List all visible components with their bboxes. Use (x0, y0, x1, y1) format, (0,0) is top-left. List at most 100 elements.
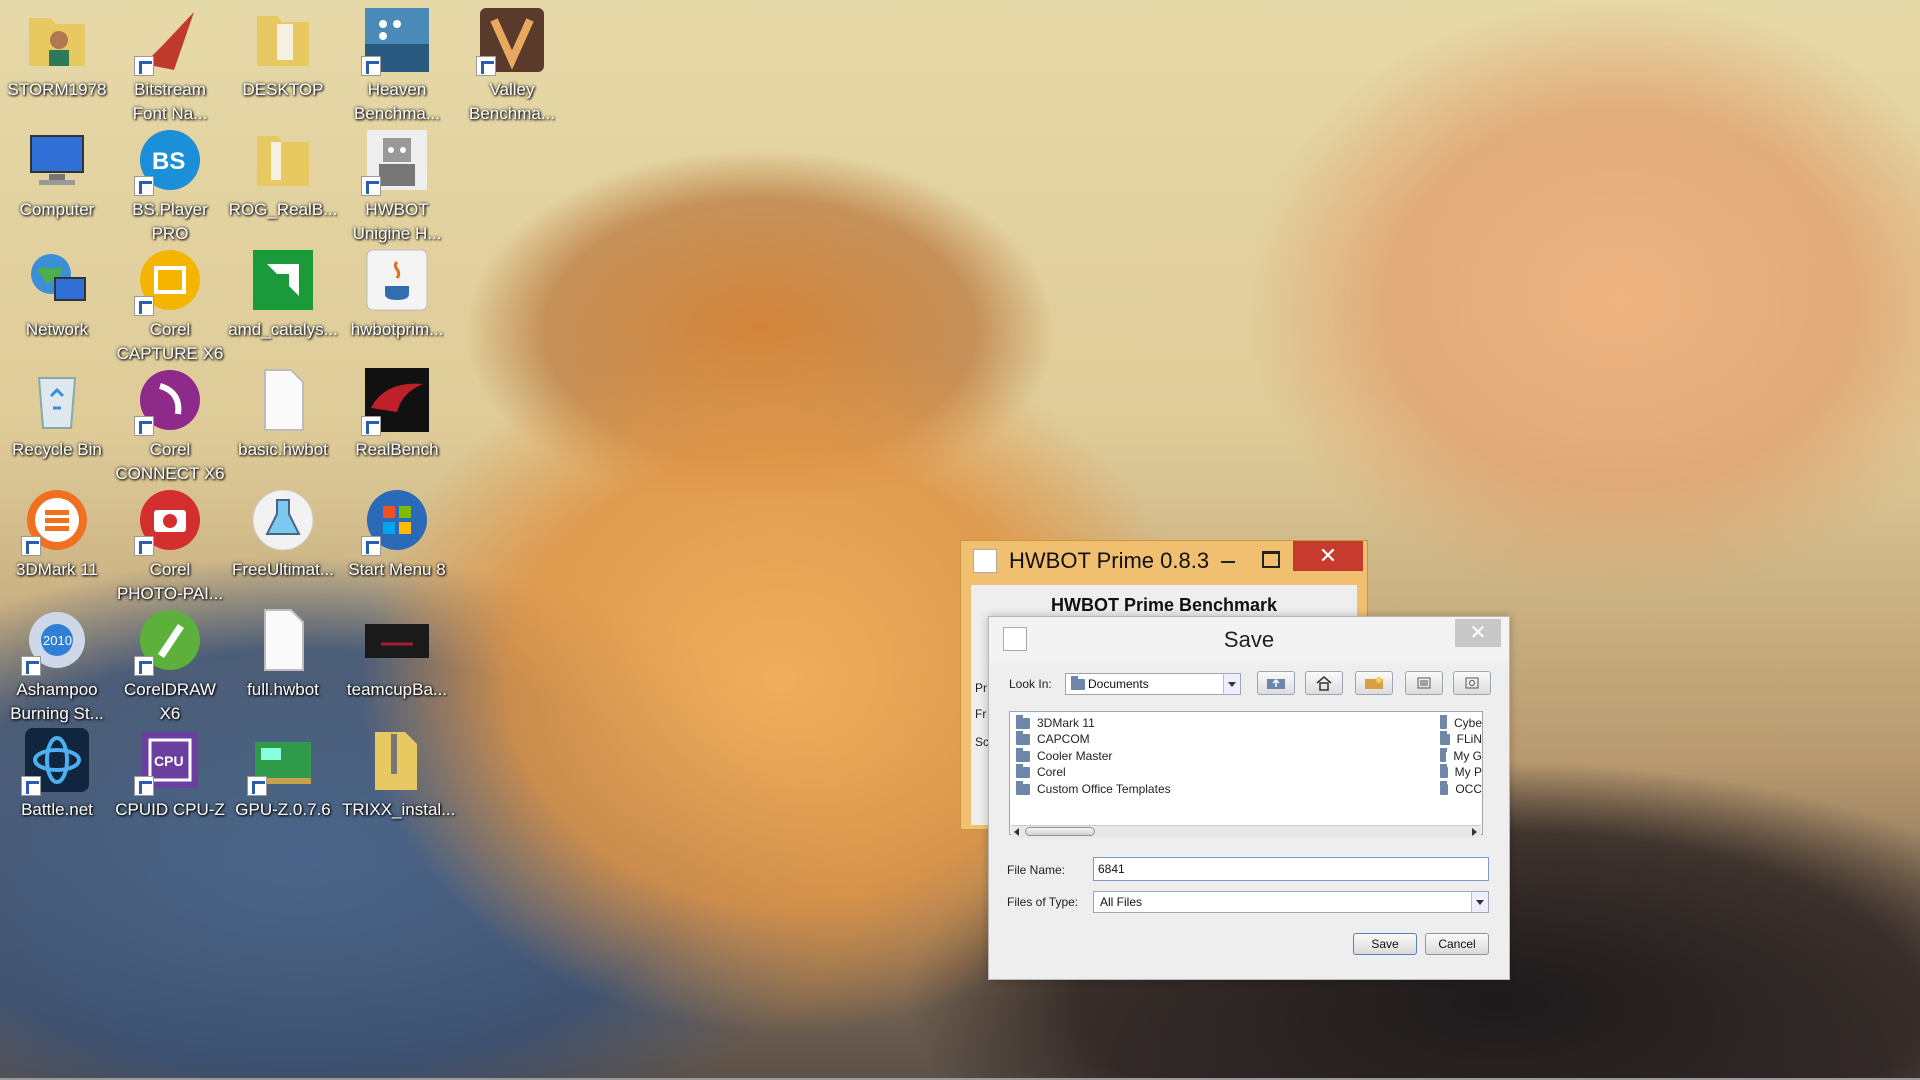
list-item[interactable]: OCC (1440, 780, 1482, 798)
folder-icon (1016, 763, 1030, 778)
desktop-icon-teamcup[interactable]: teamcupBa... (342, 604, 452, 702)
desktop-icon-battlenet[interactable]: Battle.net (2, 724, 112, 822)
desktop-icon-basic-hwbot[interactable]: basic.hwbot (228, 364, 338, 462)
desktop-icon-full-hwbot[interactable]: full.hwbot (228, 604, 338, 702)
new-folder-button[interactable] (1355, 671, 1393, 695)
desktop-icon-network[interactable]: Network (2, 244, 112, 342)
desktop-icon-heaven-benchmark[interactable]: Heaven Benchma... (342, 4, 452, 126)
details-view-button[interactable] (1453, 671, 1491, 695)
icon-label: GPU-Z.0.7.6 (235, 800, 331, 819)
icon-label: amd_catalys... (228, 320, 338, 339)
file-name: FLiN (1456, 732, 1482, 746)
desktop-icon-amd-catalyst[interactable]: amd_catalys... (228, 244, 338, 342)
icon-label: hwbotprim... (350, 320, 444, 339)
desktop-icon-3dmark11[interactable]: 3DMark 11 (2, 484, 112, 582)
list-item[interactable]: Corel (1016, 763, 1066, 781)
list-view-button[interactable] (1405, 671, 1443, 695)
side-label: Fr (975, 707, 987, 721)
save-dialog[interactable]: Save ✕ Look In: Documents 3DMark 11 CAPC… (988, 616, 1510, 980)
list-item[interactable]: CAPCOM (1016, 730, 1090, 748)
icon-label: Network (25, 320, 89, 339)
desktop-icon-realbench[interactable]: RealBench (342, 364, 452, 462)
icon-label: Corel PHOTO-PAI... (116, 560, 224, 603)
rog-logo-icon (361, 364, 433, 436)
desktop-icon-corel-photopaint[interactable]: Corel PHOTO-PAI... (115, 484, 225, 606)
icon-label: Recycle Bin (12, 440, 102, 459)
file-name: 3DMark 11 (1037, 716, 1095, 730)
desktop-icon-ashampoo[interactable]: 2010 Ashampoo Burning St... (2, 604, 112, 726)
folder-icon (247, 4, 319, 76)
folder-icon (1440, 730, 1450, 745)
file-name: Cooler Master (1037, 749, 1113, 763)
3dmark-icon (21, 484, 93, 556)
icon-label: Start Menu 8 (348, 560, 446, 579)
scroll-right-icon[interactable] (1472, 828, 1477, 836)
save-dialog-titlebar[interactable]: Save ✕ (989, 617, 1509, 663)
desktop-icon-hwbot-unigine[interactable]: HWBOT Unigine H... (342, 124, 452, 246)
desktop-icon-bitstream[interactable]: Bitstream Font Na... (115, 4, 225, 126)
desktop-icon-coreldraw[interactable]: CorelDRAW X6 (115, 604, 225, 726)
desktop-icon-corel-connect[interactable]: Corel CONNECT X6 (115, 364, 225, 486)
folder-up-icon (1267, 678, 1285, 689)
save-button[interactable]: Save (1353, 933, 1417, 955)
corel-capture-icon (134, 244, 206, 316)
desktop-icon-storm1978[interactable]: STORM1978 (2, 4, 112, 102)
desktop-icon-recycle-bin[interactable]: Recycle Bin (2, 364, 112, 462)
file-list[interactable]: 3DMark 11 CAPCOM Cooler Master Corel Cus… (1009, 711, 1483, 835)
desktop-icon-gpuz[interactable]: GPU-Z.0.7.6 (228, 724, 338, 822)
desktop-icon-cpuz[interactable]: CPU CPUID CPU-Z (115, 724, 225, 822)
look-in-label: Look In: (1009, 677, 1052, 691)
scroll-left-icon[interactable] (1014, 828, 1019, 836)
ashampoo-disc-icon: 2010 (21, 604, 93, 676)
hwbot-titlebar[interactable]: HWBOT Prime 0.8.3 ✕ (961, 541, 1367, 581)
desktop-icon-rog-realbench-folder[interactable]: ROG_RealB... (228, 124, 338, 222)
close-button[interactable]: ✕ (1293, 541, 1363, 571)
folder-icon (1071, 676, 1085, 690)
valley-benchmark-icon (476, 4, 548, 76)
desktop-icon-hwbotprime[interactable]: hwbotprim... (342, 244, 452, 342)
file-name-label: File Name: (1007, 863, 1066, 877)
minimize-button[interactable] (1213, 547, 1243, 573)
recycle-bin-icon (21, 364, 93, 436)
list-item[interactable]: Custom Office Templates (1016, 780, 1171, 798)
details-view-icon (1465, 677, 1479, 689)
scrollbar-thumb[interactable] (1025, 827, 1095, 836)
cancel-button[interactable]: Cancel (1425, 933, 1489, 955)
desktop-icon-corel-capture[interactable]: Corel CAPTURE X6 (115, 244, 225, 366)
file-name: My G (1453, 749, 1482, 763)
files-of-type-value: All Files (1100, 895, 1143, 909)
desktop-icon-desktop-folder[interactable]: DESKTOP (228, 4, 338, 102)
desktop-icon-trixx[interactable]: TRIXX_instal... (342, 724, 455, 822)
network-globe-icon (21, 244, 93, 316)
desktop-icon-bsplayer[interactable]: BS BS.Player PRO (115, 124, 225, 246)
desktop-icon-start-menu-8[interactable]: Start Menu 8 (342, 484, 452, 582)
file-name: Custom Office Templates (1037, 782, 1171, 796)
folder-icon (1440, 763, 1448, 778)
list-item[interactable]: FLiN (1440, 730, 1482, 748)
svg-text:BS: BS (152, 148, 185, 175)
list-item[interactable]: My P (1440, 763, 1482, 781)
desktop-icon-valley-benchmark[interactable]: Valley Benchma... (457, 4, 567, 126)
svg-text:2010: 2010 (43, 633, 72, 648)
file-name-input[interactable]: 6841 (1093, 857, 1489, 881)
close-button[interactable]: ✕ (1455, 619, 1501, 647)
look-in-value: Documents (1088, 677, 1149, 691)
maximize-button[interactable] (1255, 547, 1285, 573)
desktop-icon-computer[interactable]: Computer (2, 124, 112, 222)
horizontal-scrollbar[interactable] (1011, 825, 1481, 838)
battlenet-icon (21, 724, 93, 796)
file-name: CAPCOM (1037, 732, 1090, 746)
icon-label: 3DMark 11 (16, 560, 98, 579)
files-of-type-select[interactable]: All Files (1093, 891, 1489, 913)
icon-label: BS.Player PRO (132, 200, 208, 243)
home-button[interactable] (1305, 671, 1343, 695)
look-in-select[interactable]: Documents (1065, 673, 1241, 695)
desktop-icon-freeultimate[interactable]: FreeUltimat... (228, 484, 338, 582)
icon-label: CorelDRAW X6 (124, 680, 216, 723)
icon-label: HWBOT Unigine H... (352, 200, 442, 243)
list-view-icon (1417, 677, 1431, 689)
file-name: OCC (1455, 782, 1482, 796)
coreldraw-pen-icon (134, 604, 206, 676)
chevron-down-icon (1223, 674, 1240, 694)
up-one-level-button[interactable] (1257, 671, 1295, 695)
